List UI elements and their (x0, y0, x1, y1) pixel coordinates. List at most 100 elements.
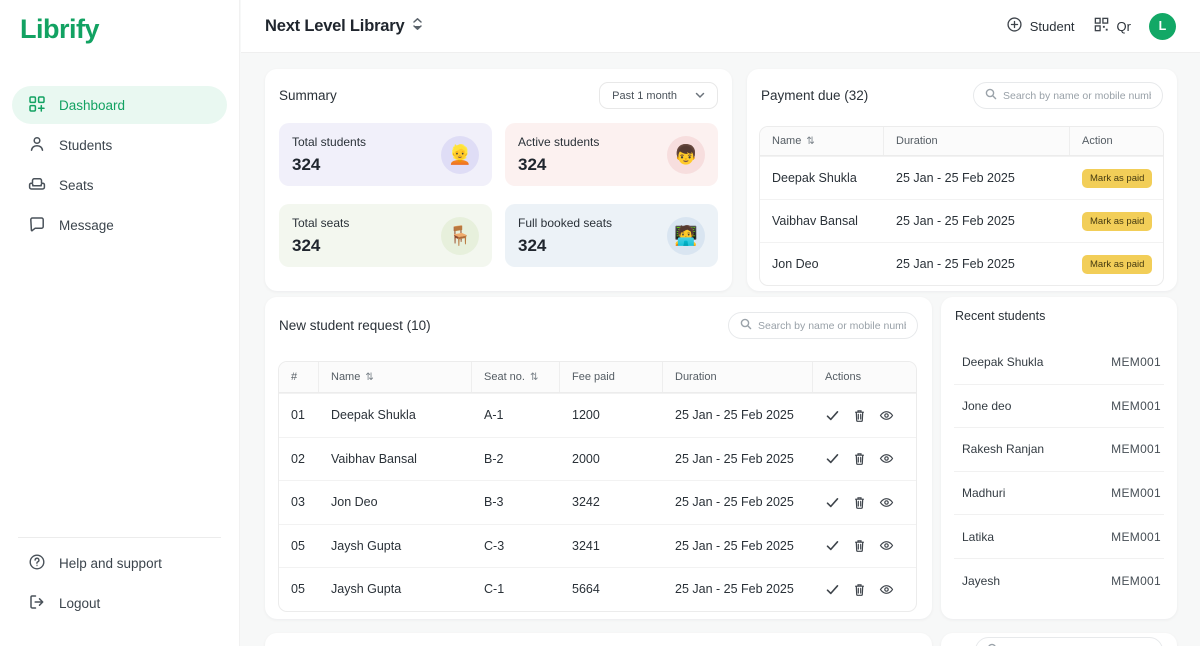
sidebar-divider (18, 537, 221, 538)
cell-fee: 1200 (560, 394, 663, 437)
list-item[interactable]: Jone deo MEM001 (954, 385, 1164, 429)
sidebar-item-logout[interactable]: Logout (12, 584, 227, 622)
cell-seat: C-3 (472, 525, 560, 568)
list-item[interactable]: Latika MEM001 (954, 515, 1164, 559)
sidebar: Librify Dashboard Students (0, 0, 240, 646)
view-icon[interactable] (879, 408, 894, 423)
cell-num: 02 (279, 438, 319, 481)
help-icon (28, 553, 46, 574)
person-on-chair-emoji-icon: 🧑‍💻 (667, 217, 705, 255)
cell-name: Jon Deo (760, 243, 884, 285)
sidebar-item-label: Dashboard (59, 98, 125, 113)
mark-as-paid-button[interactable]: Mark as paid (1082, 212, 1152, 231)
cell-name: Vaibhav Bansal (319, 438, 472, 481)
logout-icon (28, 593, 46, 614)
cell-seat: C-1 (472, 568, 560, 611)
stat-label: Total students (292, 135, 366, 149)
table-header-row: # Name⇅ Seat no.⇅ Fee paid Duration Acti… (279, 362, 916, 393)
sidebar-item-dashboard[interactable]: Dashboard (12, 86, 227, 124)
qr-label: Qr (1117, 19, 1131, 34)
cell-fee: 2000 (560, 438, 663, 481)
sort-icon: ⇅ (806, 136, 814, 147)
sidebar-item-seats[interactable]: Seats (12, 166, 227, 204)
approve-icon[interactable] (825, 451, 840, 466)
column-header-num: # (279, 362, 319, 392)
plus-circle-icon (1006, 16, 1023, 36)
sort-icon: ⇅ (530, 372, 538, 383)
payment-due-title: Payment due (32) (761, 88, 868, 103)
cell-num: 03 (279, 481, 319, 524)
table-row: 05 Jaysh Gupta C-1 5664 25 Jan - 25 Feb … (279, 567, 916, 611)
new-student-request-table: # Name⇅ Seat no.⇅ Fee paid Duration Acti… (278, 361, 917, 612)
approve-icon[interactable] (825, 408, 840, 423)
list-item[interactable]: Deepak Shukla MEM001 (954, 341, 1164, 385)
summary-tiles: Total students 324 👱 Active students 324… (279, 123, 718, 267)
main-content: Summary Past 1 month Total students 324 … (241, 54, 1200, 646)
date-range-dropdown[interactable]: Past 1 month (599, 82, 718, 109)
table-row: Vaibhav Bansal 25 Jan - 25 Feb 2025 Mark… (760, 199, 1163, 242)
payment-due-table: Name⇅ Duration Action Deepak Shukla 25 J… (759, 126, 1164, 286)
delete-icon[interactable] (852, 495, 867, 510)
cell-name: Jon Deo (319, 481, 472, 524)
student-name: Deepak Shukla (962, 355, 1043, 369)
page-title: Next Level Library (265, 17, 404, 36)
chevron-down-icon (695, 90, 705, 102)
column-header-duration: Duration (884, 127, 1070, 155)
cell-fee: 3242 (560, 481, 663, 524)
mark-as-paid-button[interactable]: Mark as paid (1082, 169, 1152, 188)
delete-icon[interactable] (852, 538, 867, 553)
cell-seat: B-2 (472, 438, 560, 481)
requests-search-input[interactable] (758, 320, 906, 332)
select-arrows-icon (412, 17, 423, 36)
column-header-fee: Fee paid (560, 362, 663, 392)
column-header-duration: Duration (663, 362, 813, 392)
view-icon[interactable] (879, 451, 894, 466)
library-switcher[interactable]: Next Level Library (265, 17, 423, 36)
boy-emoji-icon: 👦 (667, 136, 705, 174)
table-row: 05 Jaysh Gupta C-3 3241 25 Jan - 25 Feb … (279, 524, 916, 568)
approve-icon[interactable] (825, 538, 840, 553)
list-item[interactable]: Jayesh MEM001 (954, 559, 1164, 603)
sidebar-item-message[interactable]: Message (12, 206, 227, 244)
member-id: MEM001 (1111, 442, 1161, 456)
view-icon[interactable] (879, 495, 894, 510)
cell-name: Vaibhav Bansal (760, 200, 884, 242)
qr-button[interactable]: Qr (1093, 16, 1131, 36)
approve-icon[interactable] (825, 495, 840, 510)
new-student-request-card: New student request (10) # Name⇅ Seat no… (265, 297, 932, 619)
column-header-seat[interactable]: Seat no.⇅ (472, 362, 560, 392)
stat-label: Full booked seats (518, 216, 612, 230)
view-icon[interactable] (879, 538, 894, 553)
stat-value: 324 (292, 155, 366, 175)
cell-fee: 5664 (560, 568, 663, 611)
column-header-name[interactable]: Name⇅ (319, 362, 472, 392)
cell-fee: 3241 (560, 525, 663, 568)
topbar: Next Level Library Student Qr (241, 0, 1200, 53)
member-id: MEM001 (1111, 530, 1161, 544)
payment-search-input[interactable] (1003, 90, 1151, 102)
delete-icon[interactable] (852, 408, 867, 423)
list-item[interactable]: Rakesh Ranjan MEM001 (954, 428, 1164, 472)
approve-icon[interactable] (825, 582, 840, 597)
column-header-action: Action (1070, 127, 1164, 155)
sidebar-item-help[interactable]: Help and support (12, 544, 227, 582)
avatar[interactable]: L (1149, 13, 1176, 40)
column-header-name[interactable]: Name⇅ (760, 127, 884, 155)
topbar-actions: Student Qr L (1006, 13, 1176, 40)
delete-icon[interactable] (852, 451, 867, 466)
seats-icon (28, 175, 46, 196)
table-row: Jon Deo 25 Jan - 25 Feb 2025 Mark as pai… (760, 242, 1163, 285)
stat-total-seats: Total seats 324 🪑 (279, 204, 492, 267)
view-icon[interactable] (879, 582, 894, 597)
delete-icon[interactable] (852, 582, 867, 597)
recent-students-card: Recent students Deepak Shukla MEM001 Jon… (941, 297, 1177, 619)
list-item[interactable]: Madhuri MEM001 (954, 472, 1164, 516)
cell-num: 05 (279, 525, 319, 568)
date-range-value: Past 1 month (612, 90, 677, 102)
cell-num: 05 (279, 568, 319, 611)
recent-students-title: Recent students (955, 309, 1045, 323)
add-student-button[interactable]: Student (1006, 16, 1075, 36)
sidebar-item-students[interactable]: Students (12, 126, 227, 164)
mark-as-paid-button[interactable]: Mark as paid (1082, 255, 1152, 274)
member-id: MEM001 (1111, 399, 1161, 413)
